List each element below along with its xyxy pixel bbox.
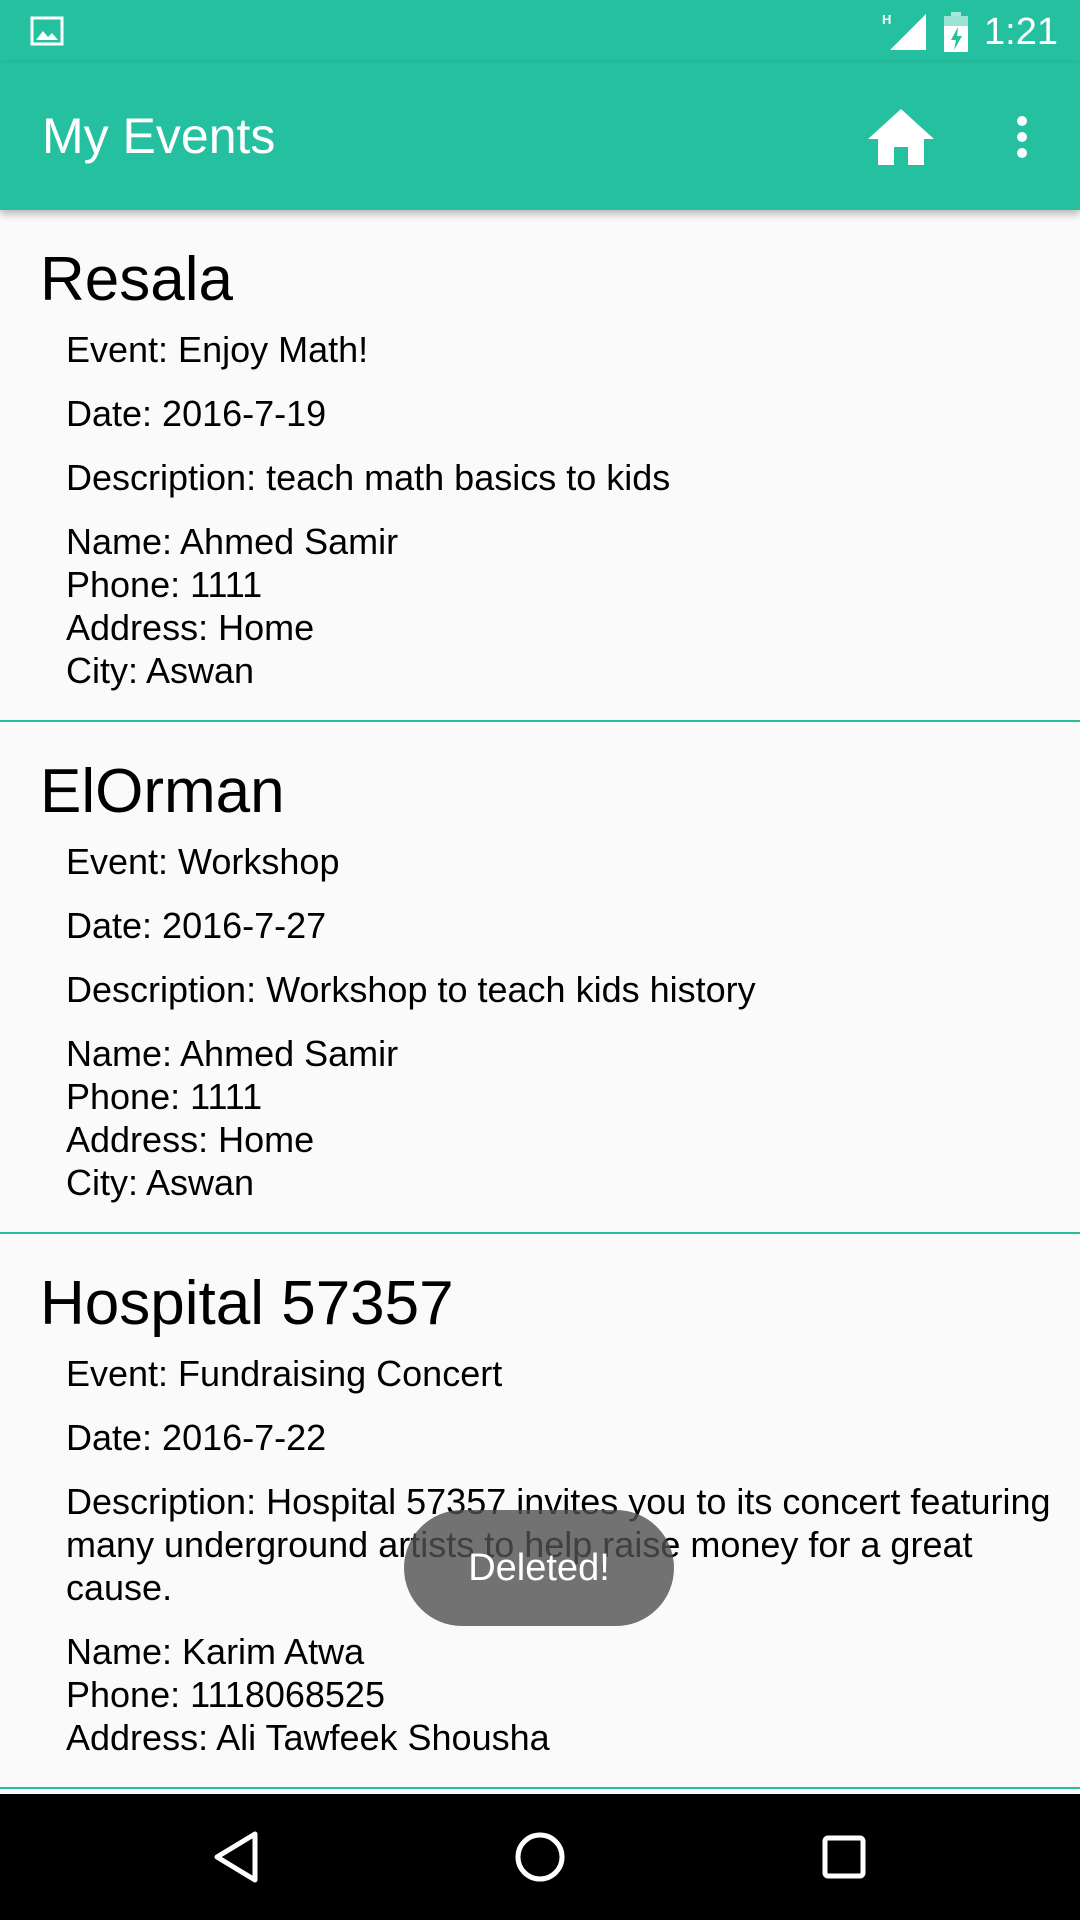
event-title: Event: Fundraising Concert xyxy=(66,1353,503,1394)
contact-name: Name: Ahmed Samir xyxy=(66,1033,399,1074)
organization-name: ElOrman xyxy=(40,757,285,826)
event-description: Description: teach math basics to kids xyxy=(66,457,671,498)
more-vert-icon xyxy=(1017,116,1027,158)
contact-phone: Phone: 1111 xyxy=(66,564,263,605)
recents-icon xyxy=(822,1835,866,1879)
contact-phone: Phone: 1111 xyxy=(66,1076,263,1117)
event-details: Event: Workshop Date: 2016-7-27 Descript… xyxy=(0,840,1080,1232)
contact-info: Name: Karim Atwa Phone: 1118068525 Addre… xyxy=(66,1630,1064,1787)
contact-info: Name: Ahmed Samir Phone: 1111 Address: H… xyxy=(66,1032,1064,1232)
contact-info: Name: Ahmed Samir Phone: 1111 Address: H… xyxy=(66,520,1064,720)
contact-address: Address: Home xyxy=(66,1119,315,1160)
image-notification-icon xyxy=(30,16,64,46)
recents-button[interactable] xyxy=(799,1814,889,1900)
event-date: Date: 2016-7-27 xyxy=(66,905,327,946)
more-options-button[interactable] xyxy=(1000,98,1044,176)
status-bar: H 1:21 xyxy=(0,0,1080,63)
event-date: Date: 2016-7-22 xyxy=(66,1417,327,1458)
home-circle-icon xyxy=(515,1832,565,1882)
contact-address: Address: Ali Tawfeek Shousha xyxy=(66,1717,550,1758)
app-title: My Events xyxy=(42,108,276,164)
event-title: Event: Workshop xyxy=(66,841,340,882)
contact-address: Address: Home xyxy=(66,607,315,648)
network-type-label: H xyxy=(882,12,891,27)
event-card[interactable]: Resala Event: Enjoy Math! Date: 2016-7-1… xyxy=(0,210,1080,722)
contact-name: Name: Ahmed Samir xyxy=(66,521,399,562)
back-icon xyxy=(214,1831,258,1883)
contact-city: City: Aswan xyxy=(66,1162,255,1203)
home-icon xyxy=(868,109,934,165)
battery-charging-icon xyxy=(944,12,969,52)
event-title: Event: Enjoy Math! xyxy=(66,329,369,370)
navigation-bar xyxy=(0,1794,1080,1920)
back-button[interactable] xyxy=(191,1814,281,1900)
event-description: Description: Workshop to teach kids hist… xyxy=(66,969,756,1010)
contact-phone: Phone: 1118068525 xyxy=(66,1674,385,1715)
contact-city: City: Aswan xyxy=(66,650,255,691)
status-icons: H 1:21 xyxy=(882,10,1058,54)
toast-message: Deleted! xyxy=(404,1510,674,1626)
home-nav-button[interactable] xyxy=(495,1814,585,1900)
contact-name: Name: Karim Atwa xyxy=(66,1631,365,1672)
organization-name: Hospital 57357 xyxy=(40,1269,454,1338)
home-button[interactable] xyxy=(862,98,940,176)
signal-icon: H xyxy=(882,12,927,50)
event-date: Date: 2016-7-19 xyxy=(66,393,327,434)
clock: 1:21 xyxy=(984,10,1058,53)
app-bar: My Events xyxy=(0,63,1080,210)
organization-name: Resala xyxy=(40,245,233,314)
event-card[interactable]: ElOrman Event: Workshop Date: 2016-7-27 … xyxy=(0,722,1080,1234)
event-details: Event: Enjoy Math! Date: 2016-7-19 Descr… xyxy=(0,328,1080,720)
